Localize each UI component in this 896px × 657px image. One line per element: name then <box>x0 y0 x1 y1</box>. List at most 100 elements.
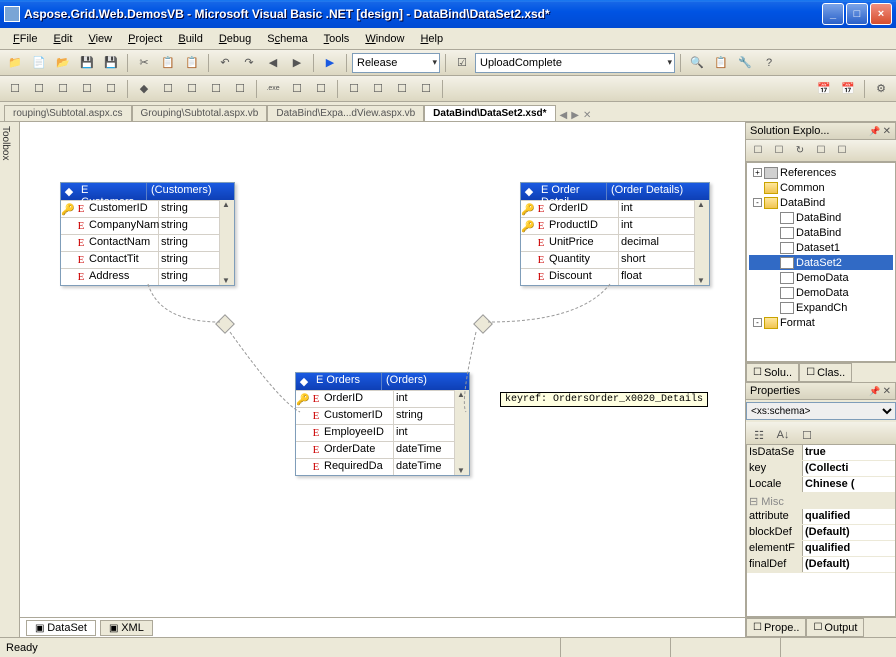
menu-view[interactable]: View <box>81 31 119 47</box>
start-icon[interactable]: ▶ <box>319 52 341 74</box>
help-icon[interactable]: ? <box>758 52 780 74</box>
copy-icon[interactable]: 📋 <box>157 52 179 74</box>
menu-debug[interactable]: Debug <box>212 31 258 47</box>
s-btn-18[interactable]: 📅 <box>837 78 859 100</box>
xml-tab[interactable]: ▣ XML <box>100 620 153 636</box>
s-btn-2[interactable]: ☐ <box>28 78 50 100</box>
se-showall-icon[interactable]: ☐ <box>811 141 831 161</box>
open-icon[interactable]: 📂 <box>52 52 74 74</box>
maximize-button[interactable]: □ <box>846 3 868 25</box>
relation-connector[interactable] <box>473 314 493 334</box>
s-btn-9[interactable]: ☐ <box>205 78 227 100</box>
property-value[interactable]: qualified <box>803 509 895 524</box>
menu-build[interactable]: Build <box>171 31 209 47</box>
menu-help[interactable]: Help <box>413 31 450 47</box>
custom-icon[interactable]: ☑ <box>451 52 473 74</box>
table-row[interactable]: EOrderDatedateTime <box>296 441 469 458</box>
tree-node[interactable]: DataBind <box>749 225 893 240</box>
expand-icon[interactable]: + <box>753 168 762 177</box>
pin-icon[interactable]: 📌 <box>869 386 880 397</box>
s-btn-3[interactable]: ☐ <box>52 78 74 100</box>
menu-file[interactable]: FFileFile <box>6 31 44 47</box>
table-row[interactable]: 🔑EProductIDint <box>521 217 709 234</box>
table-row[interactable]: EContactNamstring <box>61 234 234 251</box>
table-orders[interactable]: ◆E Orders(Orders) 🔑EOrderIDintECustomerI… <box>295 372 470 476</box>
s-btn-11[interactable]: ☐ <box>286 78 308 100</box>
undo-icon[interactable]: ↶ <box>214 52 236 74</box>
doctab-1[interactable]: Grouping\Subtotal.aspx.vb <box>132 105 268 121</box>
s-btn-1[interactable]: ☐ <box>4 78 26 100</box>
menu-tools[interactable]: Tools <box>317 31 357 47</box>
tree-node[interactable]: Common <box>749 180 893 195</box>
properties-tab[interactable]: ☐ Prope.. <box>746 618 806 637</box>
solution-tree[interactable]: +ReferencesCommon-DataBindDataBindDataBi… <box>746 162 896 362</box>
s-btn-5[interactable]: ☐ <box>100 78 122 100</box>
new-project-icon[interactable]: 📁 <box>4 52 26 74</box>
doctab-2[interactable]: DataBind\Expa...dView.aspx.vb <box>267 105 424 121</box>
property-row[interactable]: elementFqualified <box>747 541 895 557</box>
tree-node[interactable]: DataBind <box>749 210 893 225</box>
table-row[interactable]: EEmployeeIDint <box>296 424 469 441</box>
property-value[interactable]: true <box>803 445 895 460</box>
property-row[interactable]: finalDef(Default) <box>747 557 895 573</box>
tree-node[interactable]: ExpandCh <box>749 300 893 315</box>
property-value[interactable]: qualified <box>803 541 895 556</box>
table-row[interactable]: EQuantityshort <box>521 251 709 268</box>
scroll-icon[interactable] <box>694 200 709 285</box>
doctab-3[interactable]: DataBind\DataSet2.xsd* <box>424 105 555 121</box>
table-row[interactable]: ECompanyNamstring <box>61 217 234 234</box>
tree-node[interactable]: -DataBind <box>749 195 893 210</box>
properties-grid[interactable]: IsDataSetruekey(CollectiLocaleChinese (⊟… <box>746 444 896 617</box>
save-icon[interactable]: 💾 <box>76 52 98 74</box>
table-row[interactable]: EAddressstring <box>61 268 234 285</box>
scroll-icon[interactable] <box>454 390 469 475</box>
config-dropdown[interactable]: Release <box>352 53 440 73</box>
panel-close-icon[interactable]: ✕ <box>883 386 891 397</box>
tab-close-icon[interactable]: ✕ <box>583 110 591 121</box>
tree-node[interactable]: DemoData <box>749 285 893 300</box>
s-btn-12[interactable]: ☐ <box>310 78 332 100</box>
s-btn-15[interactable]: ☐ <box>391 78 413 100</box>
classview-tab[interactable]: ☐ Clas.. <box>799 363 852 382</box>
solution-tab[interactable]: ☐ Solu.. <box>746 363 799 382</box>
property-row[interactable]: attributequalified <box>747 509 895 525</box>
custom-dropdown[interactable]: UploadComplete <box>475 53 675 73</box>
s-btn-19[interactable]: ⚙ <box>870 78 892 100</box>
menu-window[interactable]: Window <box>358 31 411 47</box>
table-row[interactable]: EContactTitstring <box>61 251 234 268</box>
s-btn-16[interactable]: ☐ <box>415 78 437 100</box>
expand-icon[interactable]: - <box>753 318 762 327</box>
table-row[interactable]: ECustomerIDstring <box>296 407 469 424</box>
output-tab[interactable]: ☐ Output <box>806 618 864 637</box>
tab-nav-left-icon[interactable]: ◀ <box>560 110 568 121</box>
properties-object-selector[interactable]: <xs:schema> <box>746 402 896 420</box>
paste-icon[interactable]: 📋 <box>181 52 203 74</box>
s-btn-13[interactable]: ☐ <box>343 78 365 100</box>
menu-schema[interactable]: Schema <box>260 31 314 47</box>
scroll-icon[interactable] <box>219 200 234 285</box>
toolbox-tab[interactable]: Toolbox <box>0 122 20 637</box>
se-refresh-icon[interactable]: ↻ <box>790 141 810 161</box>
se-btn-1[interactable]: ☐ <box>748 141 768 161</box>
minimize-button[interactable]: _ <box>822 3 844 25</box>
save-all-icon[interactable]: 💾 <box>100 52 122 74</box>
s-btn-7[interactable]: ☐ <box>157 78 179 100</box>
menu-edit[interactable]: Edit <box>46 31 79 47</box>
tab-nav-right-icon[interactable]: ▶ <box>571 110 579 121</box>
expand-icon[interactable]: - <box>753 198 762 207</box>
categorized-icon[interactable]: ☷ <box>748 424 770 446</box>
xsd-designer[interactable]: ◆E Customers(Customers) 🔑ECustomerIDstri… <box>20 122 746 637</box>
toolbox-icon[interactable]: 🔧 <box>734 52 756 74</box>
se-properties-icon[interactable]: ☐ <box>832 141 852 161</box>
property-category[interactable]: ⊟ Misc <box>747 493 895 509</box>
table-row[interactable]: 🔑EOrderIDint <box>296 390 469 407</box>
table-row[interactable]: 🔑EOrderIDint <box>521 200 709 217</box>
table-row[interactable]: 🔑ECustomerIDstring <box>61 200 234 217</box>
property-row[interactable]: IsDataSetrue <box>747 445 895 461</box>
nav-fwd-icon[interactable]: ▶ <box>286 52 308 74</box>
nav-back-icon[interactable]: ◀ <box>262 52 284 74</box>
props-pages-icon[interactable]: ☐ <box>796 424 818 446</box>
se-btn-2[interactable]: ☐ <box>769 141 789 161</box>
property-icon[interactable]: 📋 <box>710 52 732 74</box>
dataset-tab[interactable]: ▣ DataSet <box>26 620 96 636</box>
